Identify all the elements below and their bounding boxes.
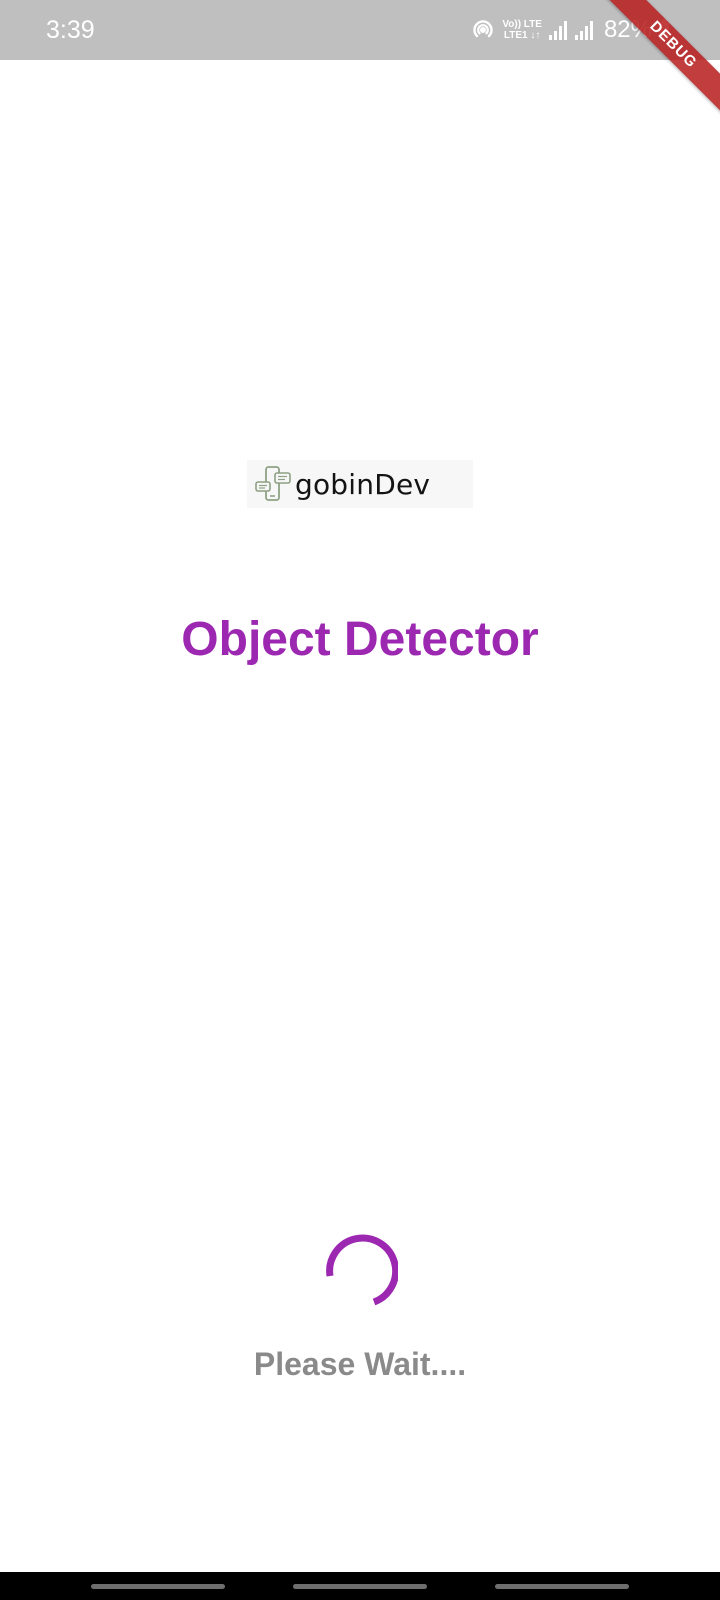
hotspot-icon [473, 20, 494, 38]
signal-icon [548, 21, 567, 40]
network-type: Vo)) LTE LTE1 ↓↑ [502, 19, 542, 41]
logo-text: gobinDev [295, 467, 431, 501]
nav-recent-apps-button[interactable] [91, 1584, 225, 1589]
network-type-line2: LTE1 ↓↑ [503, 30, 541, 41]
phone-chat-logo-icon [255, 466, 291, 501]
navigation-bar [0, 1572, 720, 1600]
nav-back-button[interactable] [495, 1584, 629, 1589]
nav-home-button[interactable] [293, 1584, 427, 1589]
loading-spinner [326, 1234, 398, 1306]
gobindev-logo: gobinDev [247, 460, 473, 508]
status-icons: Vo)) LTE LTE1 ↓↑ 82% [470, 12, 670, 48]
battery-percentage: 82% [603, 16, 652, 43]
network-type-line1: Vo)) LTE [502, 19, 542, 30]
loading-message: Please Wait.... [253, 1346, 467, 1382]
battery-charging-icon [659, 19, 669, 40]
status-bar: 3:39 Vo)) LTE LTE1 ↓↑ 82% [0, 0, 720, 60]
app-title: Object Detector [181, 613, 539, 666]
status-time: 3:39 [46, 16, 95, 44]
signal-icon-2 [574, 21, 593, 40]
